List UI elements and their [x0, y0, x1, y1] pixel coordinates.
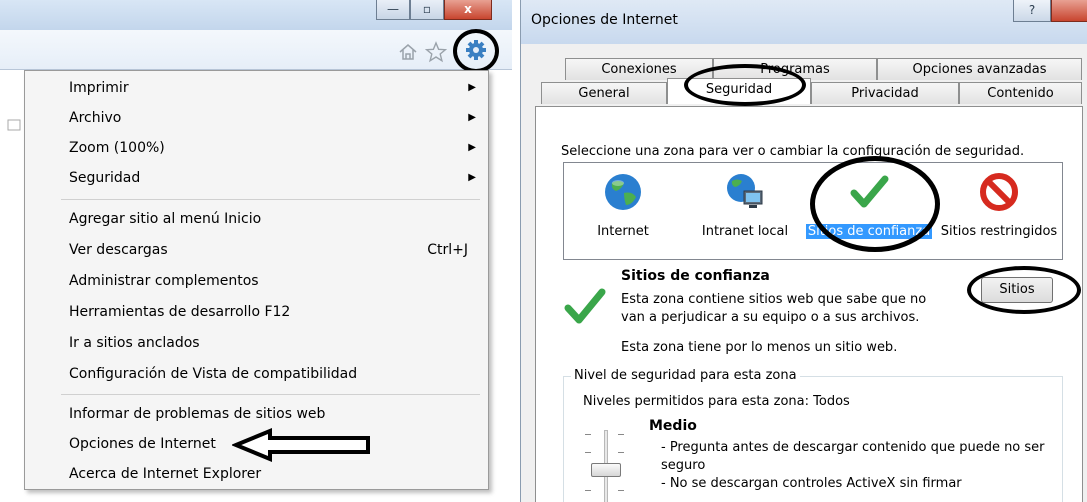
zone-internet[interactable]: Internet — [558, 169, 688, 257]
menu-item-ver-descargas[interactable]: Ver descargas Ctrl+J — [69, 235, 476, 265]
annotation-arrow-icon — [232, 428, 370, 462]
menu-item-zoom[interactable]: Zoom (100%) ▶ — [69, 133, 476, 163]
checkmark-icon — [564, 288, 606, 324]
zone-note: Esta zona tiene por lo menos un sitio we… — [621, 340, 898, 355]
menu-separator — [61, 199, 480, 200]
home-icon[interactable] — [397, 42, 419, 62]
slider-tick — [585, 434, 591, 435]
shortcut-label: Ctrl+J — [427, 242, 468, 258]
close-button[interactable] — [1051, 0, 1087, 22]
menu-item-informar-problemas[interactable]: Informar de problemas de sitios web — [69, 399, 476, 429]
help-button[interactable]: ? — [1013, 0, 1051, 22]
submenu-arrow-icon: ▶ — [468, 142, 476, 153]
menu-item-vista-compatibilidad[interactable]: Configuración de Vista de compatibilidad — [69, 359, 476, 389]
zone-intranet-local[interactable]: Intranet local — [680, 169, 810, 257]
menu-item-imprimir[interactable]: Imprimir ▶ — [69, 73, 476, 103]
globe-icon — [605, 174, 641, 210]
internet-options-dialog: Opciones de Internet ? Conexiones Progra… — [520, 0, 1087, 502]
star-icon[interactable] — [425, 41, 447, 63]
prohibited-icon — [980, 173, 1018, 211]
slider-tick — [618, 490, 624, 491]
window-controls: — ▫ x — [376, 0, 492, 22]
zone-description-line2: van a perjudicar a su equipo o a sus arc… — [621, 310, 920, 325]
submenu-arrow-icon: ▶ — [468, 172, 476, 183]
level-bullet-1: - Pregunta antes de descargar contenido … — [661, 440, 1045, 455]
intranet-icon — [727, 174, 763, 208]
instruction-text: Seleccione una zona para ver o cambiar l… — [561, 144, 1025, 159]
submenu-arrow-icon: ▶ — [468, 82, 476, 93]
tab-opciones-avanzadas[interactable]: Opciones avanzadas — [877, 58, 1082, 80]
minimize-button[interactable]: — — [376, 0, 410, 20]
menu-item-administrar-complementos[interactable]: Administrar complementos — [69, 266, 476, 296]
menu-item-herramientas-desarrollo[interactable]: Herramientas de desarrollo F12 — [69, 297, 476, 327]
tab-privacidad[interactable]: Privacidad — [811, 82, 959, 104]
sitios-highlight-circle — [967, 266, 1081, 314]
zone-title: Sitios de confianza — [621, 268, 770, 284]
maximize-button[interactable]: ▫ — [410, 0, 444, 20]
menu-item-seguridad[interactable]: Seguridad ▶ — [69, 163, 476, 193]
dialog-title: Opciones de Internet — [531, 12, 678, 28]
dialog-titlebar: Opciones de Internet — [521, 0, 1087, 44]
menu-separator — [61, 394, 480, 395]
slider-tick — [585, 452, 591, 453]
tab-general[interactable]: General — [541, 82, 667, 104]
submenu-arrow-icon: ▶ — [468, 112, 476, 123]
menu-item-sitios-anclados[interactable]: Ir a sitios anclados — [69, 328, 476, 358]
security-level-slider-thumb[interactable] — [591, 463, 621, 477]
gear-highlight-circle — [453, 29, 499, 73]
menu-item-agregar-sitio[interactable]: Agregar sitio al menú Inicio — [69, 204, 476, 234]
slider-tick — [618, 434, 624, 435]
menu-item-acerca-de[interactable]: Acerca de Internet Explorer — [69, 459, 476, 489]
ie-titlebar: — ▫ x — [0, 0, 512, 30]
seguridad-highlight-circle — [684, 64, 806, 106]
menu-item-archivo[interactable]: Archivo ▶ — [69, 103, 476, 133]
zone-sitios-restringidos[interactable]: Sitios restringidos — [934, 169, 1064, 257]
tools-menu: Imprimir ▶ Archivo ▶ Zoom (100%) ▶ Segurida… — [24, 70, 489, 490]
security-level-legend: Nivel de seguridad para esta zona — [571, 368, 800, 383]
zone-description-line1: Esta zona contiene sitios web que sabe q… — [621, 292, 927, 307]
slider-tick — [618, 452, 624, 453]
allowed-levels-text: Niveles permitidos para esta zona: Todos — [583, 394, 850, 409]
tab-contenido[interactable]: Contenido — [959, 82, 1082, 104]
level-name: Medio — [649, 418, 697, 434]
level-bullet-2: - No se descargan controles ActiveX sin … — [661, 476, 962, 491]
gear-icon[interactable] — [464, 38, 488, 62]
trusted-sites-highlight-circle — [810, 156, 940, 252]
close-button[interactable]: x — [444, 0, 492, 20]
slider-tick — [585, 490, 591, 491]
ie-window: — ▫ x Imprimir ▶ Archivo ▶ Zoom (100%) ▶ Se… — [0, 0, 512, 502]
level-bullet-1-cont: seguro — [661, 458, 706, 473]
